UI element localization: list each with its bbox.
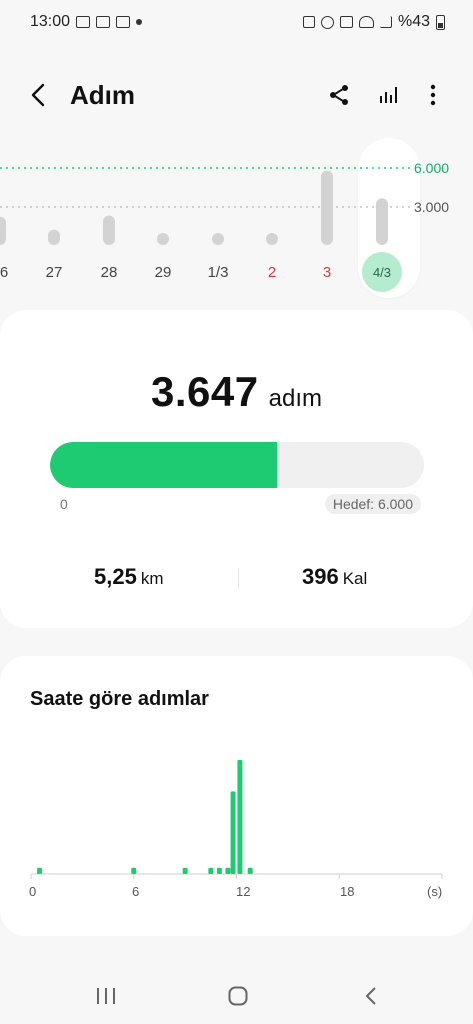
day-label-selected[interactable]: 4/3 xyxy=(362,252,402,292)
y-label-mid: 3.000 xyxy=(414,199,450,215)
day-bar[interactable] xyxy=(157,233,169,245)
steps-total: 3.647 adım xyxy=(0,368,473,416)
day-bar[interactable] xyxy=(321,170,333,245)
weekly-steps-chart xyxy=(0,167,410,245)
day-bar[interactable] xyxy=(0,216,6,245)
hour-tick-label: 12 xyxy=(236,884,251,899)
hour-bar xyxy=(216,867,222,874)
distance-stat: 5,25 km xyxy=(94,564,164,590)
day-bar[interactable] xyxy=(212,233,224,245)
recents-icon xyxy=(97,988,115,1004)
steps-progress-fill xyxy=(50,442,278,488)
day-bar[interactable] xyxy=(266,233,278,245)
day-label[interactable]: 6 xyxy=(0,264,24,281)
steps-progress-bar xyxy=(50,442,424,488)
hour-bar xyxy=(237,759,243,874)
day-label[interactable]: 28 xyxy=(89,264,129,281)
recents-button[interactable] xyxy=(86,976,126,1016)
day-label[interactable]: 2 xyxy=(252,264,292,281)
hour-bar xyxy=(225,867,231,874)
y-label-goal: 6.000 xyxy=(414,160,450,176)
hour-bar xyxy=(230,791,236,874)
progress-start-label: 0 xyxy=(60,496,68,512)
calories-stat: 396 Kal xyxy=(302,564,367,590)
hour-unit-label: (s) xyxy=(427,884,443,899)
day-label[interactable]: 27 xyxy=(34,264,74,281)
hour-tick-label: 0 xyxy=(29,884,37,899)
day-bar[interactable] xyxy=(48,229,60,245)
hour-tick-label: 18 xyxy=(340,884,355,899)
hour-bar xyxy=(182,867,188,874)
day-bar[interactable] xyxy=(376,198,388,245)
day-label[interactable]: 1/3 xyxy=(198,264,238,281)
hour-bar xyxy=(131,867,137,874)
day-label[interactable]: 29 xyxy=(143,264,183,281)
hour-tick-label: 6 xyxy=(132,884,140,899)
day-label[interactable]: 3 xyxy=(307,264,347,281)
hourly-steps-chart xyxy=(30,759,443,879)
hour-bar xyxy=(37,867,43,874)
steps-count: 3.647 xyxy=(151,368,259,415)
nav-back-button[interactable] xyxy=(352,976,392,1016)
stat-divider xyxy=(238,568,239,588)
system-nav-bar xyxy=(0,966,473,1024)
hour-bar xyxy=(208,867,214,874)
goal-badge[interactable]: Hedef: 6.000 xyxy=(324,494,421,514)
hour-bar xyxy=(247,867,253,874)
distance-unit: km xyxy=(140,569,164,588)
home-icon xyxy=(228,986,248,1006)
calories-value: 396 xyxy=(302,564,339,589)
back-icon xyxy=(366,987,376,1005)
home-button[interactable] xyxy=(218,976,258,1016)
distance-value: 5,25 xyxy=(94,564,137,589)
day-bar[interactable] xyxy=(103,215,115,245)
calories-unit: Kal xyxy=(342,569,368,588)
hourly-title: Saate göre adımlar xyxy=(30,688,209,710)
steps-unit: adım xyxy=(268,385,322,412)
